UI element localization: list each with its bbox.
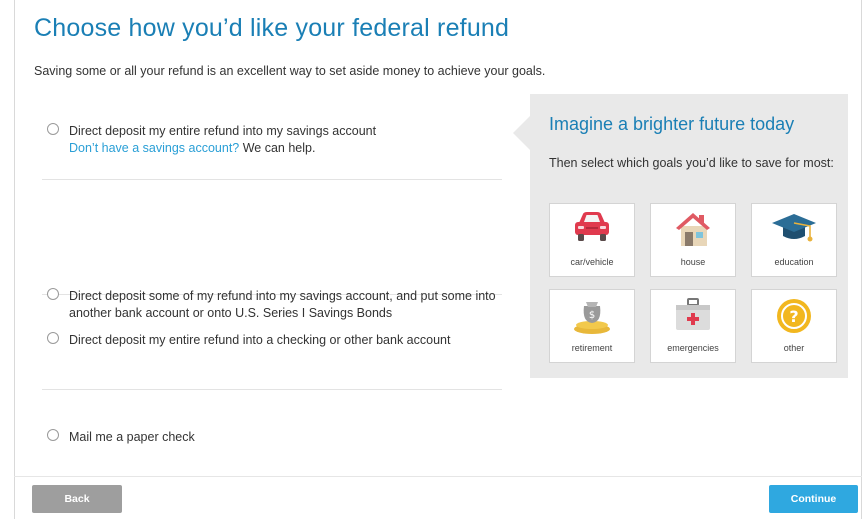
continue-button[interactable]: Continue xyxy=(769,485,858,513)
radio-button[interactable] xyxy=(47,332,59,344)
radio-button[interactable] xyxy=(47,123,59,135)
goal-label: retirement xyxy=(571,343,613,353)
graduation-cap-icon xyxy=(752,210,836,250)
panel-pointer xyxy=(513,116,530,150)
svg-text:$: $ xyxy=(589,310,595,321)
money-bag-icon: $ xyxy=(550,296,634,336)
first-aid-kit-icon xyxy=(651,296,735,336)
goal-tile-emergencies[interactable]: emergencies xyxy=(650,289,736,363)
option-label: Direct deposit my entire refund into my … xyxy=(69,124,377,138)
car-icon xyxy=(550,210,634,250)
question-mark-icon: ? xyxy=(752,296,836,336)
savings-help-link[interactable]: Don’t have a savings account? xyxy=(69,141,239,155)
refund-options: Direct deposit my entire refund into my … xyxy=(42,110,502,470)
radio-button[interactable] xyxy=(47,429,59,441)
page-title: Choose how you’d like your federal refun… xyxy=(34,14,510,42)
option-savings-entire[interactable]: Direct deposit my entire refund into my … xyxy=(42,110,502,180)
goals-panel: Imagine a brighter future today Then sel… xyxy=(513,94,848,378)
option-checking-entire[interactable]: Direct deposit my entire refund into a c… xyxy=(42,295,502,390)
goal-label: emergencies xyxy=(667,343,719,353)
goal-tile-house[interactable]: house xyxy=(650,203,736,277)
panel-title: Imagine a brighter future today xyxy=(549,114,795,134)
help-suffix: We can help. xyxy=(239,141,316,155)
back-button[interactable]: Back xyxy=(32,485,122,513)
goal-label: education xyxy=(774,257,814,267)
panel-text: Then select which goals you’d like to sa… xyxy=(549,156,834,170)
goal-label: other xyxy=(783,343,805,353)
goal-tile-car[interactable]: car/vehicle xyxy=(549,203,635,277)
option-split-refund[interactable]: Direct deposit some of my refund into my… xyxy=(42,180,502,320)
page-subtitle: Saving some or all your refund is an exc… xyxy=(34,64,546,78)
option-help-line: Don’t have a savings account? We can hel… xyxy=(69,140,502,157)
goal-tile-other[interactable]: ? other xyxy=(751,289,837,363)
option-label: Direct deposit my entire refund into a c… xyxy=(69,333,451,347)
goal-label: house xyxy=(680,257,706,267)
goal-tile-retirement[interactable]: $ retirement xyxy=(549,289,635,363)
goal-tile-education[interactable]: education xyxy=(751,203,837,277)
house-icon xyxy=(651,210,735,250)
footer-divider xyxy=(14,476,862,477)
goal-label: car/vehicle xyxy=(570,257,614,267)
option-paper-check[interactable]: Mail me a paper check xyxy=(42,390,502,470)
svg-text:?: ? xyxy=(789,307,798,326)
option-label: Mail me a paper check xyxy=(69,430,195,444)
